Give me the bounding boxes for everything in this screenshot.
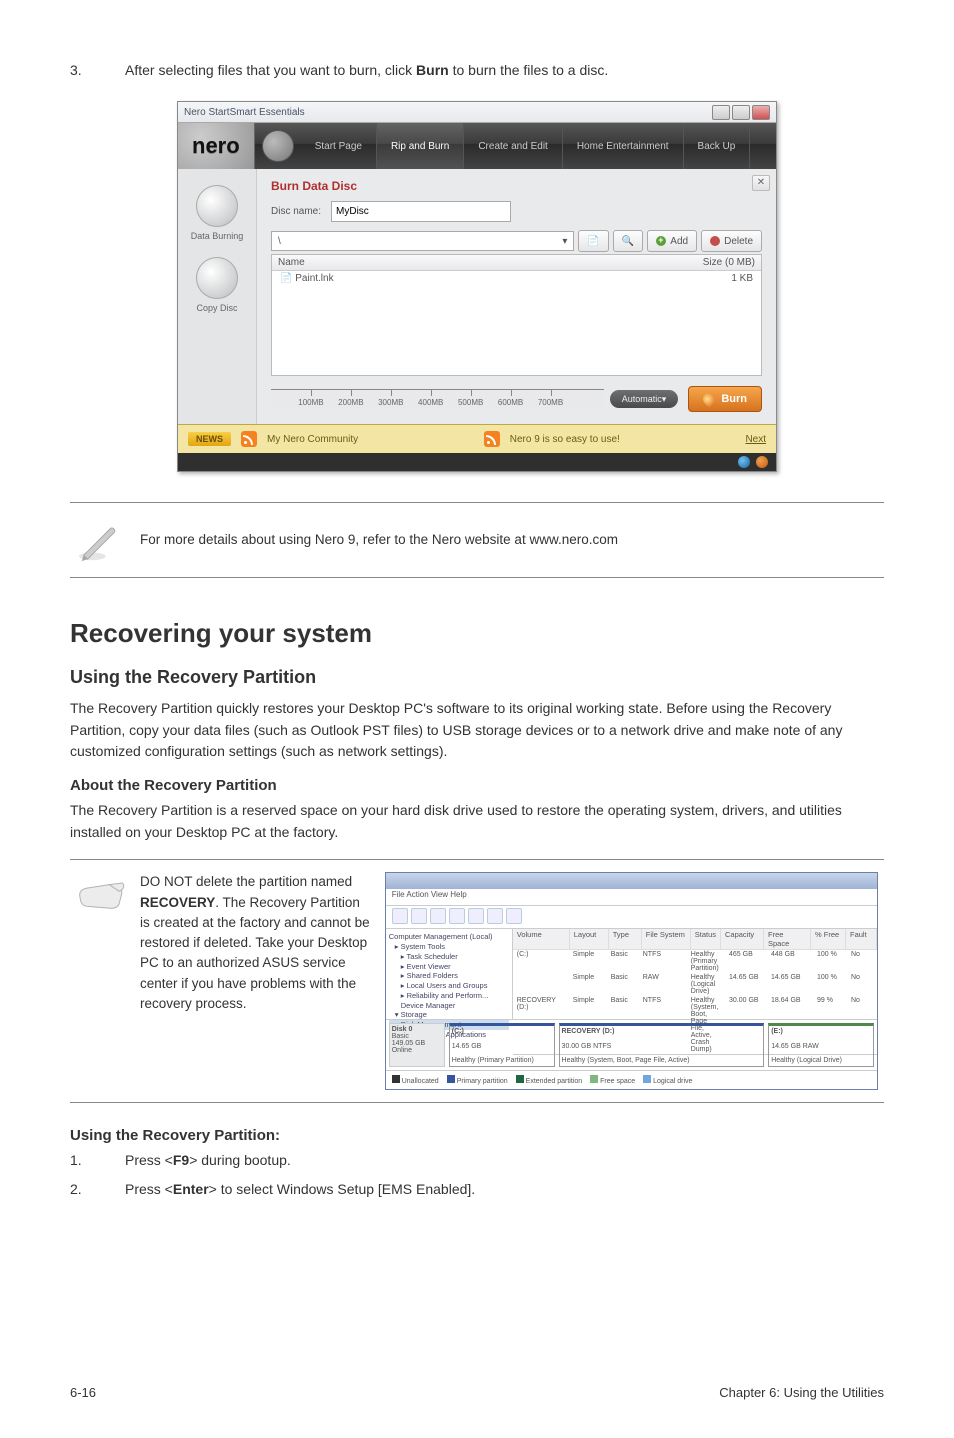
sub-heading: Using the Recovery Partition: — [70, 1127, 884, 1144]
data-burning-icon[interactable] — [196, 185, 238, 227]
tab-start-page[interactable]: Start Page — [301, 123, 377, 169]
info-icon[interactable] — [738, 456, 750, 468]
step-number: 3. — [70, 60, 125, 81]
sub-heading: About the Recovery Partition — [70, 777, 884, 794]
dm-tool-button[interactable] — [430, 908, 446, 924]
minimize-button[interactable] — [712, 105, 730, 120]
recovery-step-2: 2. Press <Enter> to select Windows Setup… — [70, 1179, 884, 1200]
dm-tool-button[interactable] — [487, 908, 503, 924]
add-button[interactable]: Add — [647, 230, 697, 252]
disc-name-label: Disc name: — [271, 206, 321, 217]
nero-sidebar: Data Burning Copy Disc — [178, 169, 257, 424]
step-3: 3. After selecting files that you want t… — [70, 60, 884, 81]
dm-tool-button[interactable] — [392, 908, 408, 924]
warning-note: DO NOT delete the partition named RECOVE… — [70, 859, 884, 1103]
page-number: 6-16 — [70, 1385, 96, 1400]
news-badge: NEWS — [188, 432, 231, 446]
nero-header: nero Start Page Rip and Burn Create and … — [178, 123, 776, 169]
nero-bottom-bar — [178, 453, 776, 471]
rss-icon[interactable] — [484, 431, 500, 447]
panel-title: Burn Data Disc — [271, 179, 762, 193]
file-row[interactable]: 📄 Paint.lnk 1 KB — [272, 271, 761, 286]
tab-home-entertainment[interactable]: Home Entertainment — [563, 123, 684, 169]
nero-title-bar: Nero StartSmart Essentials — [178, 102, 776, 123]
dm-tool-button[interactable] — [468, 908, 484, 924]
paragraph: The Recovery Partition quickly restores … — [70, 698, 884, 763]
dm-toolbar — [386, 906, 877, 929]
step-text: Press <F9> during bootup. — [125, 1150, 884, 1171]
hand-pointing-icon — [76, 872, 126, 914]
news-next[interactable]: Next — [745, 434, 766, 445]
power-icon[interactable] — [756, 456, 768, 468]
delete-button[interactable]: Delete — [701, 230, 762, 252]
automatic-selector[interactable]: Automatic ▾ — [610, 390, 679, 408]
nero-window-screenshot: Nero StartSmart Essentials nero Start Pa… — [177, 101, 777, 472]
tab-back-up[interactable]: Back Up — [684, 123, 751, 169]
recovery-step-1: 1. Press <F9> during bootup. — [70, 1150, 884, 1171]
disk-management-screenshot: File Action View Help Computer Managemen… — [385, 872, 878, 1090]
dm-tree[interactable]: Computer Management (Local) ▸ System Too… — [386, 929, 513, 1019]
step-number: 2. — [70, 1179, 125, 1200]
sidebar-data-burning[interactable]: Data Burning — [178, 231, 256, 241]
find-button[interactable]: 🔍 — [613, 230, 643, 252]
dm-title-bar — [386, 873, 877, 889]
step-text: Press <Enter> to select Windows Setup [E… — [125, 1179, 884, 1200]
flame-icon — [701, 391, 718, 408]
up-folder-button[interactable]: 📄 — [578, 230, 608, 252]
section-title: Recovering your system — [70, 618, 884, 649]
file-list: Name Size (0 MB) 📄 Paint.lnk 1 KB — [271, 254, 762, 376]
warning-text: DO NOT delete the partition named RECOVE… — [140, 872, 371, 1014]
nero-news-bar: NEWS My Nero Community Nero 9 is so easy… — [178, 424, 776, 453]
dm-partition-recovery[interactable]: RECOVERY (D:) 30.00 GB NTFS Healthy (Sys… — [559, 1023, 765, 1067]
dm-menu-bar[interactable]: File Action View Help — [386, 889, 877, 906]
nero-tabs: Start Page Rip and Burn Create and Edit … — [301, 123, 751, 169]
nero-window-title: Nero StartSmart Essentials — [184, 107, 305, 118]
dm-tool-button[interactable] — [411, 908, 427, 924]
capacity-bar: 100MB 200MB 300MB 400MB 500MB 600MB 700M… — [271, 386, 762, 412]
rss-icon[interactable] — [241, 431, 257, 447]
paragraph: The Recovery Partition is a reserved spa… — [70, 800, 884, 843]
disc-name-input[interactable] — [331, 201, 511, 222]
burn-button[interactable]: Burn — [688, 386, 762, 412]
step-number: 1. — [70, 1150, 125, 1171]
close-button[interactable] — [752, 105, 770, 120]
step-text: After selecting files that you want to b… — [125, 60, 884, 81]
tab-rip-and-burn[interactable]: Rip and Burn — [377, 123, 464, 169]
dm-partition-map[interactable]: Disk 0 Basic 149.05 GB Online (C:) 14.65… — [386, 1019, 877, 1070]
note-text: For more details about using Nero 9, ref… — [140, 530, 618, 550]
pen-icon — [76, 517, 122, 563]
maximize-button[interactable] — [732, 105, 750, 120]
news-easy: Nero 9 is so easy to use! — [510, 434, 620, 445]
page-footer: 6-16 Chapter 6: Using the Utilities — [70, 1385, 884, 1400]
chapter-label: Chapter 6: Using the Utilities — [719, 1385, 884, 1400]
subsection-title: Using the Recovery Partition — [70, 667, 884, 688]
dm-legend: Unallocated Primary partition Extended p… — [386, 1070, 877, 1089]
note-box: For more details about using Nero 9, ref… — [70, 502, 884, 578]
path-input[interactable]: \▾ — [271, 231, 574, 251]
nero-main-panel: ✕ Burn Data Disc Disc name: \▾ 📄 🔍 Add D… — [257, 169, 776, 424]
window-controls[interactable] — [712, 105, 770, 120]
sidebar-copy-disc[interactable]: Copy Disc — [178, 303, 256, 313]
dm-disk-label: Disk 0 Basic 149.05 GB Online — [389, 1023, 445, 1067]
nero-logo: nero — [178, 123, 255, 169]
copy-disc-icon[interactable] — [196, 257, 238, 299]
dm-tool-button[interactable] — [449, 908, 465, 924]
disc-icon — [262, 130, 294, 162]
col-size[interactable]: Size (0 MB) — [669, 255, 761, 270]
panel-close-icon[interactable]: ✕ — [752, 175, 770, 191]
dm-partition-e[interactable]: (E:) 14.65 GB RAW Healthy (Logical Drive… — [768, 1023, 874, 1067]
news-community[interactable]: My Nero Community — [267, 434, 358, 445]
dm-tool-button[interactable] — [506, 908, 522, 924]
dm-partition-c[interactable]: (C:) 14.65 GB Healthy (Primary Partition… — [449, 1023, 555, 1067]
col-name[interactable]: Name — [272, 255, 669, 270]
tab-create-and-edit[interactable]: Create and Edit — [464, 123, 563, 169]
